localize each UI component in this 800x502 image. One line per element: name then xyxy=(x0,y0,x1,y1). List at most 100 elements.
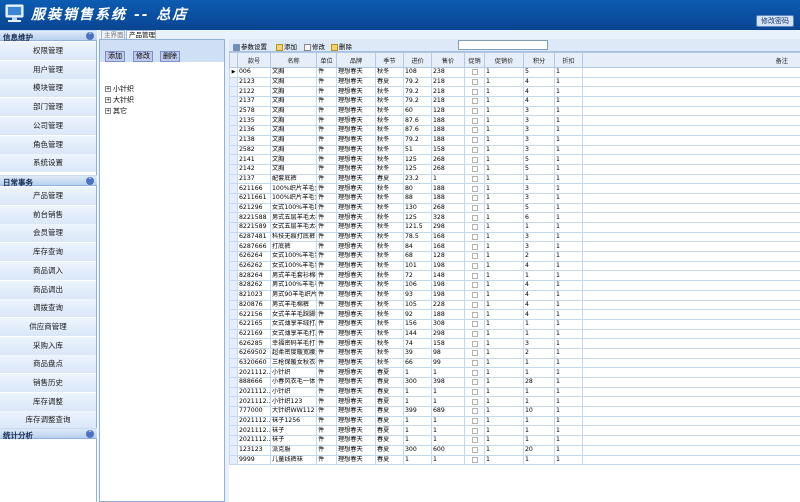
table-row[interactable]: 2135 文胸件理想春天 秋冬 87.6 188 1 3 1 xyxy=(229,115,800,127)
promotion-checkbox[interactable] xyxy=(464,222,485,233)
row-indicator[interactable] xyxy=(229,299,238,311)
promotion-checkbox[interactable] xyxy=(464,115,485,127)
row-indicator[interactable] xyxy=(229,280,238,291)
promotion-checkbox[interactable] xyxy=(464,163,485,175)
row-indicator[interactable] xyxy=(229,357,238,369)
promotion-checkbox[interactable] xyxy=(464,435,485,446)
tree-node-other[interactable]: + 其它 xyxy=(105,106,127,116)
row-indicator[interactable] xyxy=(229,396,238,408)
row-indicator[interactable] xyxy=(229,154,238,165)
table-row[interactable]: 2137 配套底裤件理想春天 春夏 23.2 1 1 1 1 xyxy=(229,173,800,185)
promotion-checkbox[interactable] xyxy=(464,328,485,340)
checkbox-icon[interactable] xyxy=(471,69,478,76)
checkbox-icon[interactable] xyxy=(471,272,478,279)
row-indicator[interactable] xyxy=(229,125,238,136)
sidebar-item[interactable]: 销售历史 xyxy=(0,374,96,392)
table-row[interactable]: 2123 文胸件理想春天 春夏 79.2 218 1 4 1 xyxy=(229,76,800,88)
row-indicator[interactable] xyxy=(229,241,238,253)
table-row[interactable]: 2021112... 小针织件理想春天 春夏 1 1 1 1 1 xyxy=(229,367,800,378)
table-row[interactable]: 821023男式90羊毛织片加...件理想春天秋冬93198 141 xyxy=(229,289,800,301)
row-indicator[interactable] xyxy=(229,270,238,282)
checkbox-icon[interactable] xyxy=(471,175,478,182)
column-header[interactable]: 促销 xyxy=(464,52,485,68)
checkbox-icon[interactable] xyxy=(471,127,478,134)
table-row[interactable]: 828264男式羊毛套衫棉裤件理想春天秋冬72148111 xyxy=(229,270,800,282)
tab-product-management[interactable]: 产品管理 xyxy=(126,30,156,39)
table-row[interactable]: 621166100%织片羊毛女...件理想春天秋冬80188 131 xyxy=(229,183,800,194)
column-header[interactable]: 备注 xyxy=(582,52,800,68)
row-indicator[interactable] xyxy=(229,173,238,185)
row-indicator[interactable] xyxy=(229,454,238,466)
row-indicator[interactable] xyxy=(229,338,238,349)
table-row[interactable]: 2137 文胸件理想春天 秋冬 79.2 218 1 4 1 xyxy=(229,96,800,107)
checkbox-icon[interactable] xyxy=(471,398,478,405)
collapse-icon[interactable]: ⌃ xyxy=(86,177,94,185)
checkbox-icon[interactable] xyxy=(471,195,478,202)
checkbox-icon[interactable] xyxy=(471,340,478,347)
column-header[interactable]: 单位 xyxy=(316,52,337,68)
checkbox-icon[interactable] xyxy=(471,98,478,105)
sidebar-item[interactable]: 模块管理 xyxy=(0,79,96,98)
row-indicator[interactable]: ▶ xyxy=(229,67,238,78)
promotion-checkbox[interactable] xyxy=(464,280,485,291)
row-indicator[interactable] xyxy=(229,309,238,320)
row-indicator[interactable] xyxy=(229,192,238,204)
promotion-checkbox[interactable] xyxy=(464,212,485,223)
sidebar-item[interactable]: 角色管理 xyxy=(0,135,96,154)
checkbox-icon[interactable] xyxy=(471,379,478,386)
promotion-checkbox[interactable] xyxy=(464,67,485,78)
promotion-checkbox[interactable] xyxy=(464,260,485,272)
promotion-checkbox[interactable] xyxy=(464,105,485,117)
table-row[interactable]: 820876 男式羊毛棉裤件理想春天 秋冬 105 228 1 4 1 xyxy=(229,299,800,311)
table-row[interactable]: 621296女式100%羊毛匹...件理想春天秋冬130268 151 xyxy=(229,202,800,214)
table-row[interactable]: 626285 幸福密码羊毛打... 件理想春天 秋冬 74 158 1 3 1 xyxy=(229,338,800,349)
promotion-checkbox[interactable] xyxy=(464,173,485,185)
row-indicator[interactable] xyxy=(229,163,238,175)
row-indicator[interactable] xyxy=(229,202,238,214)
sidebar-item[interactable]: 用户管理 xyxy=(0,60,96,79)
sidebar-item[interactable]: 库存调整 xyxy=(0,392,96,411)
sidebar-item[interactable]: 系统设置 xyxy=(0,154,96,173)
row-indicator[interactable] xyxy=(229,260,238,272)
edit-product-button[interactable]: 修改 xyxy=(304,41,325,51)
column-header[interactable]: 售价 xyxy=(431,52,465,68)
column-header[interactable]: 款号 xyxy=(237,52,271,68)
row-indicator[interactable] xyxy=(229,425,238,437)
row-indicator[interactable] xyxy=(229,134,238,146)
promotion-checkbox[interactable] xyxy=(464,309,485,320)
table-row[interactable]: 8221589女式五层羊毛太极...件理想春天秋冬121.5298111 xyxy=(229,222,800,233)
checkbox-icon[interactable] xyxy=(471,137,478,144)
sidebar-group-statistics[interactable]: 统计分析 ⌃ xyxy=(0,428,97,440)
row-indicator[interactable] xyxy=(229,144,238,156)
table-row[interactable]: 6287666 打底裤件理想春天 秋冬 84 168 1 3 1 xyxy=(229,241,800,253)
row-indicator[interactable] xyxy=(229,367,238,378)
expand-icon[interactable]: + xyxy=(105,86,111,92)
promotion-checkbox[interactable] xyxy=(464,444,485,456)
promotion-checkbox[interactable] xyxy=(464,202,485,214)
checkbox-icon[interactable] xyxy=(471,282,478,289)
checkbox-icon[interactable] xyxy=(471,166,478,173)
table-row[interactable]: 6287481 科技无痕打底裤件理想春天 秋冬 78.5 168 1 3 1 xyxy=(229,231,800,243)
checkbox-icon[interactable] xyxy=(471,427,478,434)
delete-category-button[interactable]: 删除 xyxy=(160,51,180,62)
row-indicator[interactable] xyxy=(229,251,238,262)
row-indicator[interactable] xyxy=(229,435,238,446)
delete-product-button[interactable]: 删除 xyxy=(331,41,352,51)
table-row[interactable]: 2021112... 袜子件理想春天 春夏 1 1 1 1 1 xyxy=(229,435,800,446)
column-header[interactable]: 折扣 xyxy=(554,52,583,68)
row-indicator[interactable] xyxy=(229,444,238,456)
checkbox-icon[interactable] xyxy=(471,389,478,396)
sidebar-item[interactable]: 采购入库 xyxy=(0,336,96,355)
promotion-checkbox[interactable] xyxy=(464,396,485,408)
row-indicator[interactable] xyxy=(229,318,238,330)
table-row[interactable]: 2142 文胸件理想春天 秋冬 125 268 1 5 1 xyxy=(229,163,800,175)
checkbox-icon[interactable] xyxy=(471,292,478,299)
table-row[interactable]: 622169女式薄享羊毛打底裤件理想春天秋冬144298111 xyxy=(229,328,800,340)
tree-node-small-knit[interactable]: + 小针织 xyxy=(105,84,134,94)
promotion-checkbox[interactable] xyxy=(464,454,485,466)
checkbox-icon[interactable] xyxy=(471,117,478,124)
edit-category-button[interactable]: 修改 xyxy=(133,51,153,62)
promotion-checkbox[interactable] xyxy=(464,154,485,165)
promotion-checkbox[interactable] xyxy=(464,270,485,282)
tab-main[interactable]: 主界面 xyxy=(101,30,125,39)
